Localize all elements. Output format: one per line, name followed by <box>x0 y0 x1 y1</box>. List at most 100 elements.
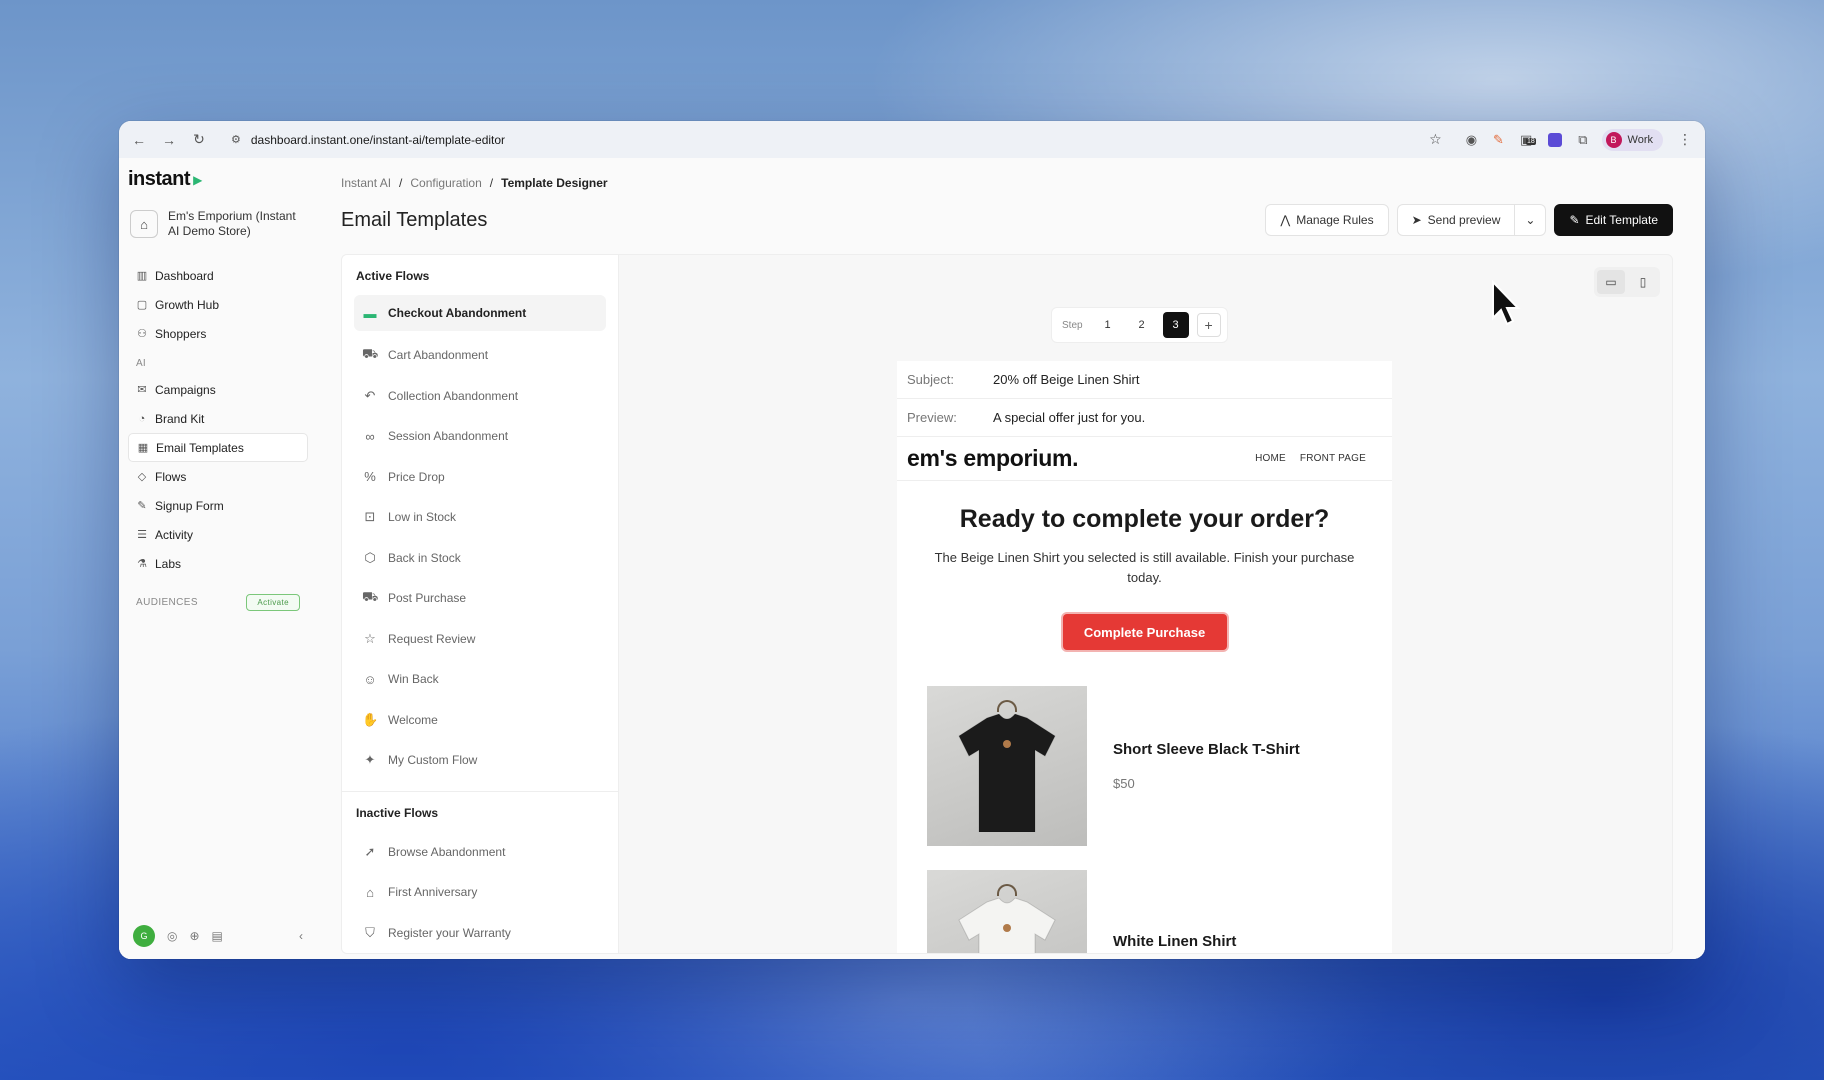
flow-item-post-purchase[interactable]: ⛟ Post Purchase <box>354 578 606 619</box>
step-2[interactable]: 2 <box>1129 312 1155 338</box>
breadcrumb-instant-ai[interactable]: Instant AI <box>341 176 391 190</box>
flow-item-label: Browse Abandonment <box>388 844 506 859</box>
flow-item-checkout-abandonment[interactable]: ▬ Checkout Abandonment <box>354 295 606 331</box>
chevron-down-icon: ⌄ <box>1525 213 1536 227</box>
email-nav-front-page[interactable]: FRONT PAGE <box>1300 453 1366 464</box>
flow-item-label: Request Review <box>388 631 476 646</box>
flow-item-label: Welcome <box>388 712 438 727</box>
flow-item-label: Cart Abandonment <box>388 348 489 363</box>
add-step-button[interactable]: + <box>1196 313 1221 337</box>
flow-item-win-back[interactable]: ☺ Win Back <box>354 659 606 700</box>
smile-icon: ☺ <box>363 671 377 687</box>
complete-purchase-button[interactable]: Complete Purchase <box>1062 614 1227 650</box>
extension-globe-icon[interactable]: ◉ <box>1466 132 1477 148</box>
product-card[interactable]: Short Sleeve Black T-Shirt $50 <box>927 686 1362 846</box>
sidebar-item-brand-kit[interactable]: ◔ Brand Kit <box>128 404 308 433</box>
sidebar-item-flows[interactable]: ◇ Flows <box>128 462 308 491</box>
flow-item-my-custom-flow[interactable]: ✦ My Custom Flow <box>354 740 606 781</box>
step-3[interactable]: 3 <box>1162 312 1189 338</box>
flow-item-label: Back in Stock <box>388 550 461 565</box>
extension-badge-icon[interactable]: ▣18 <box>1520 132 1536 148</box>
product-list: Short Sleeve Black T-Shirt $50 White Linen… <box>897 650 1392 953</box>
sidebar-item-signup-form[interactable]: ✎ Signup Form <box>128 491 308 520</box>
template-icon: ▦ <box>137 442 149 454</box>
preview-canvas: ▭ ▯ Step 1 2 3 + Subject: 20% off Beige … <box>619 255 1672 953</box>
help-icon[interactable]: ◎ <box>167 929 177 943</box>
sidebar-item-activity[interactable]: ☰ Activity <box>128 520 308 549</box>
palette-icon: ◔ <box>138 412 146 425</box>
reload-icon[interactable]: ↻ <box>191 131 207 148</box>
sidebar-item-label: Activity <box>155 527 194 542</box>
flow-item-register-your-warranty[interactable]: ⛉ Register your Warranty <box>354 913 606 954</box>
cart-icon: ⛟ <box>362 346 379 362</box>
mobile-icon[interactable]: ▯ <box>1629 270 1657 294</box>
user-avatar[interactable]: G <box>133 925 155 947</box>
flow-icon: ◇ <box>137 471 147 483</box>
site-settings-icon[interactable]: ⚙ <box>231 133 241 146</box>
product-price: $50 <box>1113 776 1135 791</box>
extensions-puzzle-icon[interactable]: ⧉ <box>1578 132 1587 148</box>
flow-item-back-in-stock[interactable]: ⬡ Back in Stock <box>354 538 606 579</box>
address-bar[interactable]: ⚙ dashboard.instant.one/instant-ai/templ… <box>221 127 1452 153</box>
audiences-row: AUDIENCES Activate <box>128 578 308 611</box>
activate-button[interactable]: Activate <box>246 594 300 611</box>
step-1[interactable]: 1 <box>1095 312 1121 338</box>
product-image[interactable] <box>927 686 1087 846</box>
package-icon: ⬡ <box>364 549 376 565</box>
sidebar-item-dashboard[interactable]: ▥ Dashboard <box>128 261 308 290</box>
product-image[interactable] <box>927 870 1087 953</box>
product-card[interactable]: White Linen Shirt <box>927 870 1362 953</box>
subject-value: 20% off Beige Linen Shirt <box>993 372 1140 387</box>
edit-template-button[interactable]: ✎ Edit Template <box>1554 204 1673 236</box>
sidebar-footer: G ◎ ⊕ ▤ ‹ <box>133 925 303 947</box>
product-name[interactable]: Short Sleeve Black T-Shirt <box>1113 741 1300 758</box>
flow-item-first-anniversary[interactable]: ⌂ First Anniversary <box>354 872 606 913</box>
extension-badge-count: 18 <box>1525 137 1536 145</box>
flow-item-low-in-stock[interactable]: ⊡ Low in Stock <box>354 497 606 538</box>
header-actions: ⋀ Manage Rules ➤ Send preview ⌄ ✎ Edit T… <box>1265 204 1673 236</box>
profile-chip[interactable]: B Work <box>1601 128 1663 151</box>
manage-rules-button[interactable]: ⋀ Manage Rules <box>1265 204 1389 236</box>
profile-label: Work <box>1627 133 1653 146</box>
instant-logo[interactable]: instant ▶ <box>128 168 308 191</box>
calendar-icon[interactable]: ▤ <box>212 929 223 943</box>
bookmark-star-icon[interactable]: ☆ <box>1429 131 1442 148</box>
desktop-icon[interactable]: ▭ <box>1597 270 1625 294</box>
email-nav-home[interactable]: HOME <box>1255 453 1286 464</box>
sidebar-item-campaigns[interactable]: ✉ Campaigns <box>128 375 308 404</box>
send-icon: ➤ <box>1411 213 1422 227</box>
app: instant ▶ ⌂ Em's Emporium (Instant AI De… <box>119 158 1705 959</box>
flow-item-label: Checkout Abandonment <box>388 306 527 320</box>
breadcrumb-configuration[interactable]: Configuration <box>410 176 481 190</box>
send-preview-group: ➤ Send preview ⌄ <box>1396 204 1547 236</box>
flow-item-welcome[interactable]: ✋ Welcome <box>354 700 606 741</box>
flow-item-label: Collection Abandonment <box>388 388 519 403</box>
flow-item-browse-abandonment[interactable]: ➚ Browse Abandonment <box>354 832 606 873</box>
send-preview-button[interactable]: ➤ Send preview <box>1396 204 1516 236</box>
active-flows-heading: Active Flows <box>356 269 430 283</box>
sidebar-item-growth-hub[interactable]: ▢ Growth Hub <box>128 290 308 319</box>
product-name[interactable]: White Linen Shirt <box>1113 933 1236 950</box>
browser-menu-icon[interactable]: ⋮ <box>1677 131 1693 148</box>
flow-item-cart-abandonment[interactable]: ⛟ Cart Abandonment <box>354 335 606 376</box>
sidebar-item-email-templates[interactable]: ▦ Email Templates <box>128 433 308 462</box>
store-switcher[interactable]: ⌂ Em's Emporium (Instant AI Demo Store) <box>128 209 308 239</box>
breadcrumb-separator: / <box>489 176 494 190</box>
sidebar-item-shoppers[interactable]: ⚇ Shoppers <box>128 319 308 348</box>
mail-icon: ✉ <box>137 384 147 396</box>
shield-icon: ⛉ <box>365 924 375 940</box>
send-preview-dropdown[interactable]: ⌄ <box>1515 204 1547 236</box>
forward-icon[interactable]: → <box>161 132 177 148</box>
back-icon[interactable]: ← <box>131 132 147 148</box>
flow-item-collection-abandonment[interactable]: ↶ Collection Abandonment <box>354 376 606 417</box>
extension-purple-icon[interactable] <box>1548 132 1563 147</box>
globe-icon[interactable]: ⊕ <box>189 929 199 943</box>
flow-item-session-abandonment[interactable]: ∞ Session Abandonment <box>354 416 606 457</box>
flow-item-request-review[interactable]: ☆ Request Review <box>354 619 606 660</box>
flow-item-label: Low in Stock <box>388 510 457 525</box>
main-content: Instant AI / Configuration / Template De… <box>317 158 1705 959</box>
sidebar-item-labs[interactable]: ⚗ Labs <box>128 549 308 578</box>
collapse-sidebar-icon[interactable]: ‹ <box>299 929 303 943</box>
flow-item-price-drop[interactable]: % Price Drop <box>354 457 606 498</box>
extension-pen-icon[interactable]: ✎ <box>1493 132 1504 148</box>
